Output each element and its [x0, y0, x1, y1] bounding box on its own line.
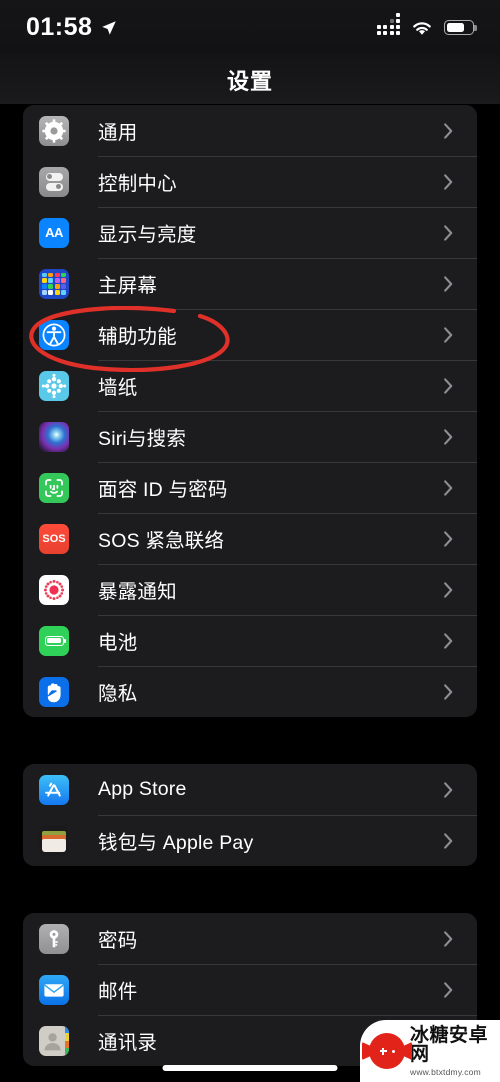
settings-row-wallet-apple-pay[interactable]: 钱包与 Apple Pay [23, 815, 477, 866]
location-arrow-icon [102, 20, 117, 35]
chevron-right-icon [444, 981, 453, 998]
display-brightness-icon: AA [39, 217, 69, 248]
chevron-right-icon [444, 632, 453, 649]
row-label: 暴露通知 [98, 581, 177, 603]
row-label: 主屏幕 [98, 275, 158, 297]
chevron-right-icon [444, 122, 453, 139]
settings-row-accessibility[interactable]: 辅助功能 [23, 309, 477, 360]
row-label: Siri与搜索 [98, 428, 187, 450]
row-label: SOS 紧急联络 [98, 530, 225, 552]
row-label: 邮件 [98, 981, 138, 1003]
watermark-text: 冰糖安卓网 www.btxtdmy.com [410, 1026, 500, 1077]
cellular-signal-icon [376, 13, 400, 35]
battery-settings-icon [39, 625, 69, 656]
icon-text: SOS [42, 532, 66, 545]
chevron-right-icon [444, 224, 453, 241]
settings-row-face-id-passcode[interactable]: 面容 ID 与密码 [23, 462, 477, 513]
accessibility-icon [39, 319, 69, 350]
home-screen-icon [39, 268, 69, 299]
settings-row-control-center[interactable]: 控制中心 [23, 156, 477, 207]
row-label: 面容 ID 与密码 [98, 479, 228, 501]
sos-icon: SOS [39, 523, 69, 554]
face-id-icon [39, 472, 69, 503]
chevron-right-icon [444, 581, 453, 598]
app-store-icon [39, 774, 69, 805]
settings-row-home-screen[interactable]: 主屏幕 [23, 258, 477, 309]
status-bar-left: 01:58 [26, 15, 118, 40]
chevron-right-icon [444, 832, 453, 849]
nav-bar: 设置 [0, 55, 500, 105]
settings-row-mail[interactable]: 邮件 [23, 964, 477, 1015]
battery-icon [444, 20, 477, 35]
gear-icon [39, 115, 69, 146]
privacy-hand-icon [39, 676, 69, 707]
status-time: 01:58 [26, 13, 93, 41]
control-center-icon [39, 166, 69, 197]
row-label: App Store [98, 778, 187, 800]
exposure-notification-icon [39, 574, 69, 605]
settings-group: App Store 钱包与 Apple Pay [23, 764, 477, 866]
icon-text: AA [45, 225, 63, 240]
settings-row-exposure-notifications[interactable]: 暴露通知 [23, 564, 477, 615]
row-label: 电池 [98, 632, 138, 654]
row-label: 墙纸 [98, 377, 138, 399]
chevron-right-icon [444, 479, 453, 496]
row-label: 密码 [98, 930, 138, 952]
settings-row-display-brightness[interactable]: AA 显示与亮度 [23, 207, 477, 258]
wifi-icon [413, 21, 431, 35]
row-label: 隐私 [98, 683, 138, 705]
settings-row-emergency-sos[interactable]: SOS SOS 紧急联络 [23, 513, 477, 564]
contacts-icon [39, 1025, 69, 1056]
row-label: 通讯录 [98, 1032, 158, 1054]
chevron-right-icon [444, 930, 453, 947]
row-label: 通用 [98, 122, 138, 144]
site-watermark: 冰糖安卓网 www.btxtdmy.com [360, 1020, 500, 1082]
settings-group: 通用 控制中心 AA 显示与亮度 主屏幕 辅助功能 墙纸 Siri与搜索 面容 … [23, 105, 477, 717]
settings-row-battery[interactable]: 电池 [23, 615, 477, 666]
chevron-right-icon [444, 683, 453, 700]
row-label: 辅助功能 [98, 326, 177, 348]
chevron-right-icon [444, 173, 453, 190]
wallet-icon [39, 825, 69, 856]
row-label: 显示与亮度 [98, 224, 197, 246]
iphone-settings-screen: 01:58 设置 通用 控制中心 AA 显示与亮度 主屏幕 辅助功能 墙纸 Si… [0, 0, 500, 1082]
wallpaper-icon [39, 370, 69, 401]
mail-icon [39, 974, 69, 1005]
status-bar-right [376, 13, 477, 36]
gamepad-candy-logo-icon [369, 1033, 405, 1069]
chevron-right-icon [444, 326, 453, 343]
watermark-url: www.btxtdmy.com [410, 1066, 481, 1077]
status-bar: 01:58 [0, 0, 500, 55]
chevron-right-icon [444, 530, 453, 547]
passwords-key-icon [39, 923, 69, 954]
chevron-right-icon [444, 781, 453, 798]
settings-row-app-store[interactable]: App Store [23, 764, 477, 815]
settings-row-privacy[interactable]: 隐私 [23, 666, 477, 717]
settings-row-general[interactable]: 通用 [23, 105, 477, 156]
settings-row-passwords[interactable]: 密码 [23, 913, 477, 964]
row-label: 控制中心 [98, 173, 177, 195]
settings-row-wallpaper[interactable]: 墙纸 [23, 360, 477, 411]
chevron-right-icon [444, 428, 453, 445]
chevron-right-icon [444, 275, 453, 292]
settings-list[interactable]: 通用 控制中心 AA 显示与亮度 主屏幕 辅助功能 墙纸 Siri与搜索 面容 … [0, 105, 500, 1082]
chevron-right-icon [444, 377, 453, 394]
home-indicator [162, 1065, 338, 1071]
siri-icon [39, 421, 69, 452]
row-label: 钱包与 Apple Pay [98, 832, 254, 854]
watermark-title: 冰糖安卓网 [410, 1024, 489, 1065]
page-title: 设置 [226, 68, 273, 94]
settings-row-siri-search[interactable]: Siri与搜索 [23, 411, 477, 462]
